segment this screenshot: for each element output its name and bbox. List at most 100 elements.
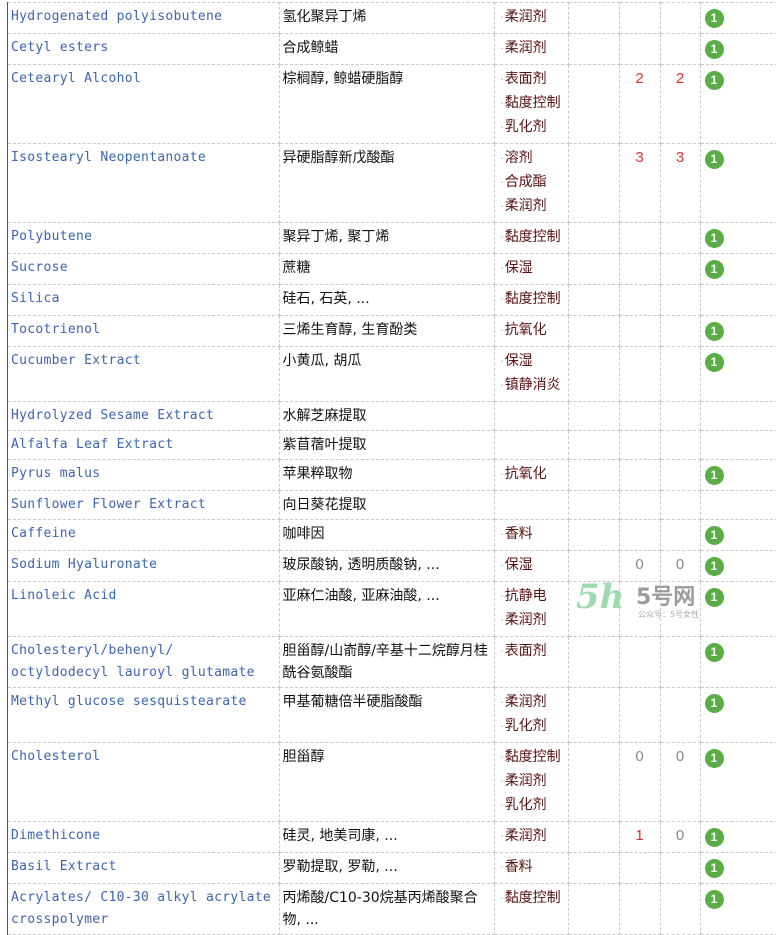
ingredient-name-link[interactable]: Tocotrienol — [11, 322, 100, 337]
empty-cell — [567, 519, 620, 551]
table-row: Sodium Hyaluronate 玻尿酸钠, 透明质酸钠, ... 保湿 0 0 1 — [8, 550, 776, 582]
safety-badge-icon: 1 — [704, 526, 724, 545]
function-tag: 黏度控制 — [501, 226, 565, 250]
badge-cell: 1 — [699, 852, 776, 884]
table-row: Linoleic Acid 亚麻仁油酸, 亚麻油酸, ... 抗静电柔润剂 1 — [8, 581, 776, 637]
function-cell: 黏度控制柔润剂乳化剂 — [493, 742, 569, 822]
safety-badge-icon: 1 — [704, 260, 724, 279]
function-tag: 保湿 — [501, 554, 565, 578]
chinese-name-cell: 硅灵, 地美司康, ... — [278, 821, 495, 853]
badge-cell: 1 — [699, 742, 776, 822]
rating-cell: 2 — [618, 64, 661, 144]
ingredient-name-link[interactable]: Pyrus malus — [11, 466, 100, 481]
function-cell: 抗氧化 — [493, 459, 569, 491]
chinese-name-cell: 紫苜蓿叶提取 — [278, 430, 495, 460]
ingredient-name-link[interactable]: Methyl glucose sesquistearate — [11, 694, 247, 709]
ingredient-name-link[interactable]: Cholesterol — [11, 749, 100, 764]
table-row: Acrylates/ C10-30 alkyl acrylate crosspo… — [8, 883, 776, 935]
ingredient-name-link[interactable]: Silica — [11, 291, 60, 306]
chinese-name: 硅灵, 地美司康, ... — [282, 828, 398, 844]
ingredient-name-link[interactable]: Caffeine — [11, 526, 76, 541]
empty-cell — [567, 883, 620, 935]
ingredient-name-link[interactable]: Sucrose — [11, 260, 68, 275]
rating-cell — [618, 315, 661, 347]
ingredient-name-link[interactable]: Sunflower Flower Extract — [11, 497, 206, 512]
table-row: Cetyl esters 合成鲸蜡 柔润剂 1 — [8, 33, 776, 65]
function-cell: 表面剂 — [493, 636, 569, 688]
ingredient-name-cell: Isostearyl Neopentanoate — [8, 143, 280, 223]
empty-cell — [567, 430, 620, 460]
ingredient-name-link[interactable]: Hydrolyzed Sesame Extract — [11, 408, 214, 423]
function-tag: 黏度控制 — [501, 288, 565, 312]
badge-cell — [699, 401, 776, 431]
empty-cell — [567, 821, 620, 853]
function-cell: 柔润剂 — [493, 821, 569, 853]
ingredient-name-link[interactable]: Linoleic Acid — [11, 588, 117, 603]
empty-cell — [567, 550, 620, 582]
table-row: Polybutene 聚异丁烯, 聚丁烯 黏度控制 1 — [8, 222, 776, 254]
function-cell: 黏度控制 — [493, 883, 569, 935]
function-tag: 溶剂 — [501, 147, 565, 171]
safety-badge-icon: 1 — [704, 859, 724, 878]
ingredient-name-link[interactable]: Cetyl esters — [11, 40, 109, 55]
chinese-name-cell: 胆甾醇/山嵛醇/辛基十二烷醇月桂酰谷氨酸酯 — [278, 636, 495, 688]
badge-cell: 1 — [699, 459, 776, 491]
badge-cell: 1 — [699, 636, 776, 688]
ingredient-name-link[interactable]: Polybutene — [11, 229, 92, 244]
chinese-name-cell: 水解芝麻提取 — [278, 401, 495, 431]
ingredient-name-cell: Tocotrienol — [8, 315, 280, 347]
ingredient-name-link[interactable]: Alfalfa Leaf Extract — [11, 437, 174, 452]
badge-cell: 1 — [699, 550, 776, 582]
chinese-name: 胆甾醇 — [282, 749, 325, 765]
ingredient-name-cell: Dimethicone — [8, 821, 280, 853]
rating-cell — [659, 2, 701, 34]
function-tag: 镇静消炎 — [501, 374, 565, 398]
safety-badge-icon: 1 — [704, 828, 724, 847]
badge-cell — [699, 284, 776, 316]
function-tag: 柔润剂 — [501, 609, 565, 633]
chinese-name: 亚麻仁油酸, 亚麻油酸, ... — [282, 588, 440, 604]
function-cell: 黏度控制 — [493, 222, 569, 254]
rating-cell: 0 — [618, 742, 661, 822]
chinese-name: 三烯生育醇, 生育酚类 — [282, 322, 418, 338]
function-cell — [493, 401, 569, 431]
rating-cell — [618, 636, 661, 688]
ingredient-name-link[interactable]: Cetearyl Alcohol — [11, 71, 141, 86]
chinese-name-cell: 硅石, 石英, ... — [278, 284, 495, 316]
table-row: Sucrose 蔗糖 保湿 1 — [8, 253, 776, 285]
rating-cell — [659, 401, 701, 431]
rating-cell: 0 — [618, 550, 661, 582]
chinese-name: 胆甾醇/山嵛醇/辛基十二烷醇月桂酰谷氨酸酯 — [282, 643, 488, 681]
ingredient-name-cell: Linoleic Acid — [8, 581, 280, 637]
ingredient-name-link[interactable]: Dimethicone — [11, 828, 100, 843]
table-row: Tocotrienol 三烯生育醇, 生育酚类 抗氧化 1 — [8, 315, 776, 347]
empty-cell — [567, 315, 620, 347]
rating-b: 0 — [675, 748, 685, 765]
ingredient-name-link[interactable]: Hydrogenated polyisobutene — [11, 9, 222, 24]
function-cell: 保湿 — [493, 550, 569, 582]
ingredient-name-link[interactable]: Cucumber Extract — [11, 353, 141, 368]
empty-cell — [567, 852, 620, 884]
ingredient-name-link[interactable]: Basil Extract — [11, 859, 117, 874]
chinese-name-cell: 向日葵花提取 — [278, 490, 495, 520]
function-tag: 黏度控制 — [501, 92, 565, 116]
function-tag: 抗静电 — [501, 585, 565, 609]
chinese-name-cell: 三烯生育醇, 生育酚类 — [278, 315, 495, 347]
table-row: Cucumber Extract 小黄瓜, 胡瓜 保湿镇静消炎 1 — [8, 346, 776, 402]
chinese-name-cell: 玻尿酸钠, 透明质酸钠, ... — [278, 550, 495, 582]
function-tag: 乳化剂 — [501, 715, 565, 739]
ingredient-name-link[interactable]: Isostearyl Neopentanoate — [11, 150, 206, 165]
ingredient-name-link[interactable]: Sodium Hyaluronate — [11, 557, 157, 572]
ingredient-name-link[interactable]: Cholesteryl/behenyl/ octyldodecyl lauroy… — [11, 643, 255, 680]
rating-cell — [618, 581, 661, 637]
chinese-name: 咖啡因 — [282, 526, 325, 542]
table-row: Basil Extract 罗勒提取, 罗勒, ... 香料 1 — [8, 852, 776, 884]
empty-cell — [567, 222, 620, 254]
function-tag: 乳化剂 — [501, 794, 565, 818]
function-tag: 香料 — [501, 856, 565, 880]
ingredient-name-link[interactable]: Acrylates/ C10-30 alkyl acrylate crosspo… — [11, 890, 271, 927]
empty-cell — [567, 253, 620, 285]
function-cell: 保湿镇静消炎 — [493, 346, 569, 402]
table-row: Cholesteryl/behenyl/ octyldodecyl lauroy… — [8, 636, 776, 688]
chinese-name: 聚异丁烯, 聚丁烯 — [282, 229, 390, 245]
